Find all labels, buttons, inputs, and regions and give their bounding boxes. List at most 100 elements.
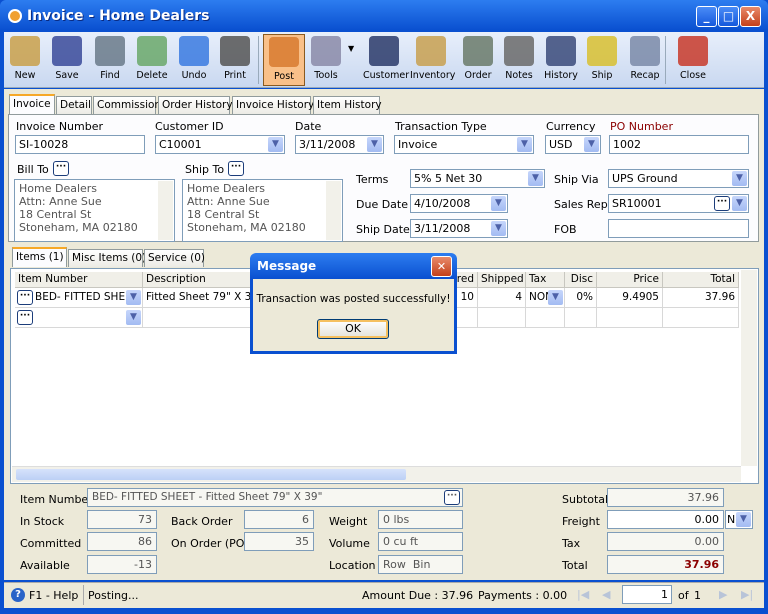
tab-commission[interactable]: Commission	[93, 96, 161, 114]
toolbar-notes-button[interactable]: Notes	[498, 34, 540, 86]
chevron-down-icon[interactable]: ▼	[732, 171, 747, 186]
column-header[interactable]: Item Number	[15, 272, 143, 288]
horizontal-scrollbar[interactable]	[12, 466, 741, 482]
items-tab-1[interactable]: Misc Items (0)	[68, 249, 146, 267]
last-page-icon[interactable]: ▶|	[741, 588, 753, 601]
chevron-down-icon[interactable]: ▼	[491, 196, 506, 211]
tab-invoice[interactable]: Invoice	[9, 94, 55, 114]
toolbar-order-button[interactable]: Order	[457, 34, 499, 86]
ship-via-select[interactable]: UPS Ground ▼	[608, 169, 749, 188]
bill-to-address[interactable]: Home Dealers Attn: Anne Sue 18 Central St S…	[14, 179, 175, 242]
vertical-scrollbar[interactable]	[741, 270, 757, 466]
dialog-close-button[interactable]: ✕	[431, 256, 452, 277]
grid-cell-empty[interactable]	[663, 308, 739, 328]
chevron-down-icon[interactable]: ▼	[367, 137, 382, 152]
toolbar-post-button[interactable]: Post	[263, 34, 305, 86]
scrollbar[interactable]	[326, 181, 341, 240]
tab-invoice-history[interactable]: Invoice History	[232, 96, 314, 114]
toolbar-find-button[interactable]: Find	[89, 34, 131, 86]
toolbar-delete-button[interactable]: Delete	[131, 34, 173, 86]
terms-select[interactable]: 5% 5 Net 30 ▼	[410, 169, 545, 188]
due-date-label: Due Date	[356, 198, 408, 211]
grid-cell-empty[interactable]	[565, 308, 597, 328]
freight-option-select[interactable]: N ▼	[725, 510, 753, 529]
sales-rep-select[interactable]: SR10001 ··· ▼	[608, 194, 749, 213]
date-picker[interactable]: 3/11/2008 ▼	[295, 135, 384, 154]
toolbar-save-button[interactable]: Save	[46, 34, 88, 86]
tools-dropdown-icon[interactable]: ▼	[348, 44, 354, 53]
ok-button[interactable]: OK	[317, 319, 389, 339]
previous-page-icon[interactable]: ◀	[602, 588, 610, 601]
chevron-down-icon[interactable]: ▼	[732, 196, 747, 211]
transaction-type-select[interactable]: Invoice ▼	[394, 135, 534, 154]
grid-cell[interactable]: 4	[478, 288, 526, 308]
ship-to-address[interactable]: Home Dealers Attn: Anne Sue 18 Central St S…	[182, 179, 343, 242]
minimize-button[interactable]: _	[696, 6, 717, 27]
toolbar-ship-button[interactable]: Ship	[581, 34, 623, 86]
toolbar-print-button[interactable]: Print	[214, 34, 256, 86]
chevron-down-icon[interactable]: ▼	[584, 137, 599, 152]
fob-input[interactable]	[608, 219, 749, 238]
chevron-down-icon[interactable]: ▼	[268, 137, 283, 152]
toolbar-customer-button[interactable]: Customer	[363, 34, 409, 86]
tab-item-history[interactable]: Item History	[313, 96, 382, 114]
po-number-input[interactable]: 1002	[609, 135, 749, 154]
chevron-down-icon[interactable]: ▼	[528, 171, 543, 186]
toolbar-undo-button[interactable]: Undo	[173, 34, 215, 86]
chevron-down-icon[interactable]: ▼	[126, 290, 141, 305]
chevron-down-icon[interactable]: ▼	[736, 512, 751, 527]
column-header[interactable]: Disc	[565, 272, 597, 288]
customer-id-select[interactable]: C10001 ▼	[155, 135, 285, 154]
toolbar-tools-button[interactable]: Tools	[305, 34, 347, 86]
tab-detail[interactable]: Detail	[56, 96, 92, 114]
freight-input[interactable]: 0.00	[607, 510, 724, 529]
toolbar-history-button[interactable]: History	[540, 34, 582, 86]
first-page-icon[interactable]: |◀	[577, 588, 589, 601]
chevron-down-icon[interactable]: ▼	[548, 290, 563, 305]
maximize-button[interactable]: □	[718, 6, 739, 27]
toolbar-recap-button[interactable]: Recap	[624, 34, 666, 86]
column-header[interactable]: Tax	[526, 272, 565, 288]
grid-cell[interactable]: 0%	[565, 288, 597, 308]
total-value: 37.96	[607, 555, 724, 574]
toolbar-inventory-button[interactable]: Inventory	[410, 34, 455, 86]
help-label[interactable]: F1 - Help	[29, 589, 78, 602]
items-tab-0[interactable]: Items (1)	[12, 247, 67, 267]
item-lookup-button[interactable]: ···	[17, 290, 33, 305]
grid-cell[interactable]: 37.96	[663, 288, 739, 308]
item-lookup-button[interactable]: ···	[17, 310, 33, 325]
ship-date-picker[interactable]: 3/11/2008 ▼	[410, 219, 508, 238]
grid-cell-empty[interactable]: ··· ▼	[15, 308, 143, 328]
due-date-picker[interactable]: 4/10/2008 ▼	[410, 194, 508, 213]
close-button[interactable]: X	[740, 6, 761, 27]
grid-cell-empty[interactable]	[478, 308, 526, 328]
scrollbar[interactable]	[158, 181, 173, 240]
grid-cell[interactable]: BED- FITTED SHEET ··· ▼	[15, 288, 143, 308]
address-line: Home Dealers	[19, 182, 98, 195]
help-icon[interactable]: ?	[11, 588, 25, 602]
ship-to-lookup-button[interactable]: ···	[228, 161, 244, 176]
tab-order-history[interactable]: Order History	[158, 96, 233, 114]
chevron-down-icon[interactable]: ▼	[126, 310, 141, 325]
invoice-number-input[interactable]: SI-10028	[15, 135, 145, 154]
chevron-down-icon[interactable]: ▼	[517, 137, 532, 152]
grid-cell[interactable]: NON ▼	[526, 288, 565, 308]
page-input[interactable]: 1	[622, 585, 672, 604]
column-header[interactable]: Price	[597, 272, 663, 288]
grid-cell-empty[interactable]	[526, 308, 565, 328]
item-lookup-button[interactable]: ···	[444, 490, 460, 505]
sales-rep-lookup-button[interactable]: ···	[714, 196, 730, 211]
bill-to-lookup-button[interactable]: ···	[53, 161, 69, 176]
items-tab-2[interactable]: Service (0)	[144, 249, 205, 267]
column-header[interactable]: Shipped	[478, 272, 526, 288]
address-line: Stoneham, MA 02180	[187, 221, 306, 234]
toolbar-new-button[interactable]: New	[4, 34, 46, 86]
grid-cell[interactable]: 9.4905	[597, 288, 663, 308]
scroll-thumb[interactable]	[16, 469, 406, 480]
column-header[interactable]: Total	[663, 272, 739, 288]
grid-cell-empty[interactable]	[597, 308, 663, 328]
currency-select[interactable]: USD ▼	[545, 135, 601, 154]
next-page-icon[interactable]: ▶	[719, 588, 727, 601]
chevron-down-icon[interactable]: ▼	[491, 221, 506, 236]
toolbar-close-button[interactable]: Close	[672, 34, 714, 86]
